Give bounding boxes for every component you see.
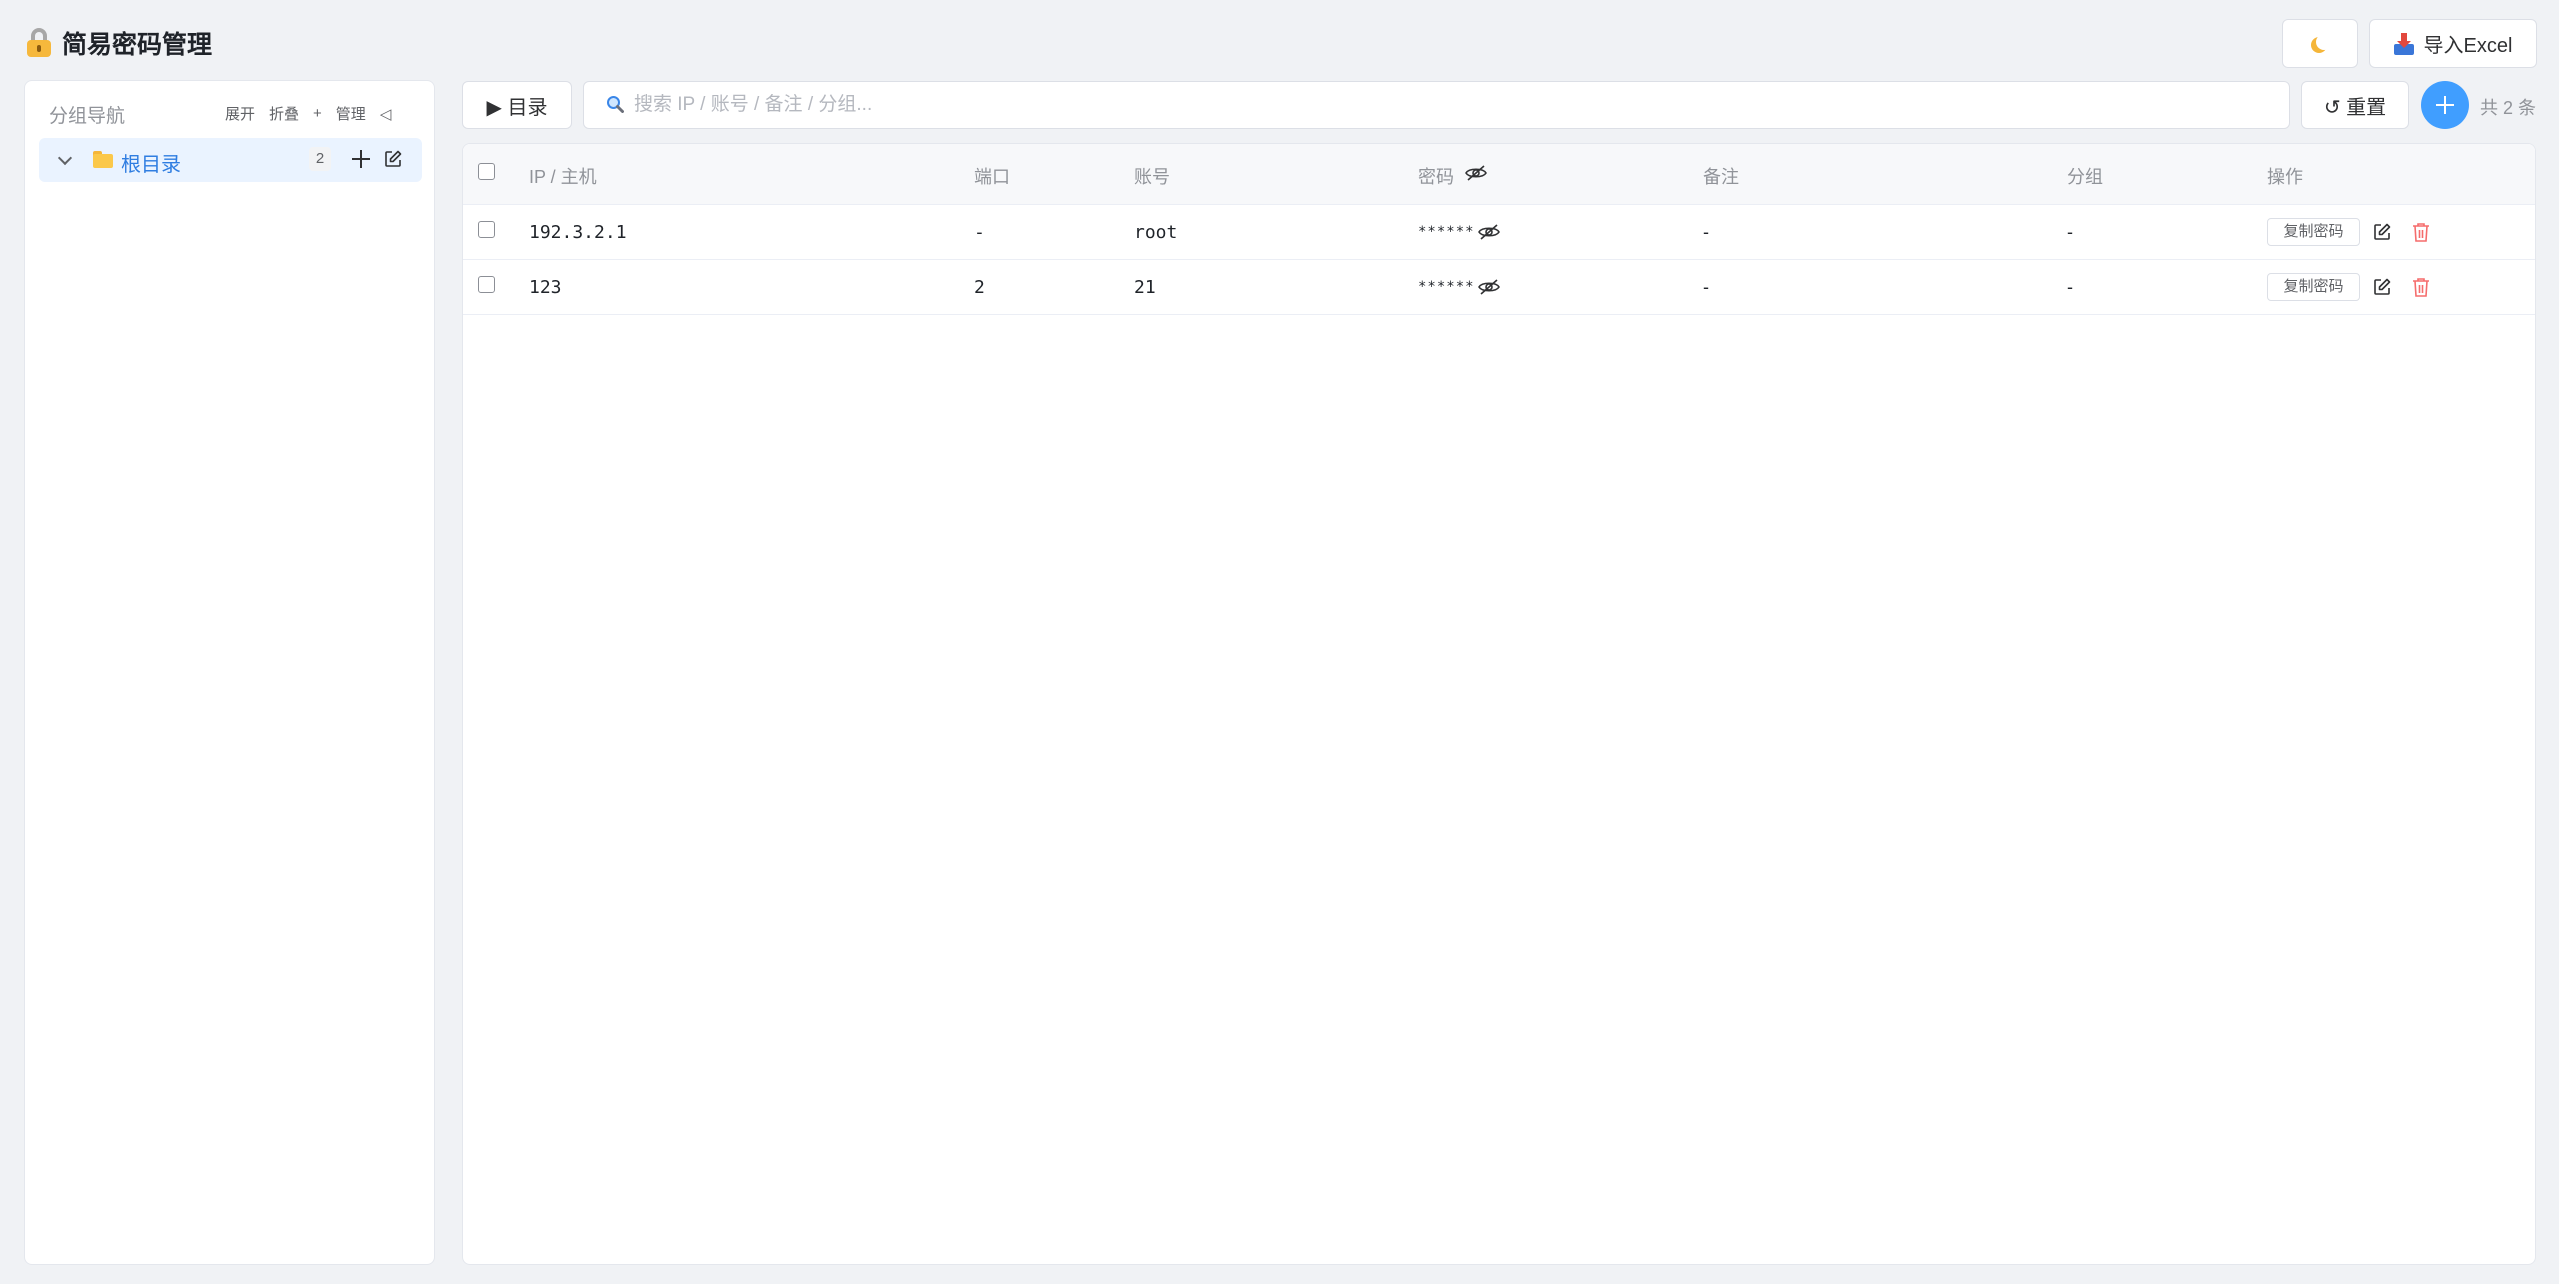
column-header-actions: 操作 — [2267, 167, 2303, 187]
cell-password: ****** — [1418, 279, 1475, 295]
sidebar-actions: 展开 折叠 + 管理 ◁ — [225, 103, 391, 124]
app-header: 简易密码管理 导入Excel — [0, 0, 2559, 82]
copy-password-button[interactable]: 复制密码 — [2267, 218, 2360, 246]
cell-password: ****** — [1418, 224, 1475, 240]
tree-node-count-badge: 2 — [309, 147, 331, 171]
folder-icon — [93, 151, 113, 168]
search-input[interactable] — [634, 88, 2274, 122]
cell-note: - — [1703, 277, 1709, 297]
column-header-port: 端口 — [974, 167, 1010, 187]
manage-groups-button[interactable]: 管理 — [336, 103, 366, 124]
app-title-text: 简易密码管理 — [62, 31, 213, 59]
cell-group: - — [2067, 222, 2073, 242]
cell-host: 192.3.2.1 — [529, 222, 627, 243]
total-count: 共 2 条 — [2480, 98, 2537, 118]
copy-password-button[interactable]: 复制密码 — [2267, 273, 2360, 301]
password-table: IP / 主机 端口 账号 密码 备注 分组 操作 192.3.2.1 - ro… — [462, 143, 2536, 1265]
tree-node-root[interactable]: 根目录 2 — [39, 138, 422, 182]
cell-group: - — [2067, 277, 2073, 297]
column-header-host: IP / 主机 — [529, 167, 597, 187]
add-group-button[interactable]: + — [313, 105, 322, 122]
sidebar-title: 分组导航 — [49, 106, 126, 127]
eye-slash-icon[interactable] — [1477, 224, 1501, 240]
app-title: 简易密码管理 — [26, 26, 212, 60]
cell-port: 2 — [974, 277, 985, 298]
edit-entry-icon[interactable] — [2373, 223, 2391, 241]
cell-note: - — [1703, 222, 1709, 242]
delete-entry-icon[interactable] — [2412, 222, 2430, 242]
cell-host: 123 — [529, 277, 562, 298]
column-header-note: 备注 — [1703, 167, 1739, 187]
cell-account: 21 — [1134, 277, 1156, 298]
column-header-group: 分组 — [2067, 167, 2103, 187]
reset-button[interactable]: ↺ 重置 — [2301, 81, 2409, 129]
search-box[interactable] — [583, 81, 2290, 129]
column-header-account: 账号 — [1134, 167, 1170, 187]
row-checkbox[interactable] — [478, 276, 495, 293]
add-entry-button[interactable] — [2421, 81, 2469, 129]
reset-label: ↺ 重置 — [2323, 96, 2387, 119]
expand-all-button[interactable]: 展开 — [225, 103, 255, 124]
moon-icon — [2316, 34, 2332, 50]
delete-entry-icon[interactable] — [2412, 277, 2430, 297]
chevron-down-icon[interactable] — [57, 150, 73, 166]
row-checkbox[interactable] — [478, 221, 495, 238]
toggle-directory-label: ▶ 目录 — [486, 96, 548, 119]
table-row: 192.3.2.1 - root ****** - - 复制密码 — [463, 205, 2535, 260]
tree-node-label[interactable]: 根目录 — [121, 148, 181, 177]
edit-entry-icon[interactable] — [2373, 278, 2391, 296]
search-icon — [607, 96, 624, 113]
collapse-all-button[interactable]: 折叠 — [269, 103, 299, 124]
eye-slash-icon[interactable] — [1477, 279, 1501, 295]
import-excel-label: 导入Excel — [2423, 35, 2513, 57]
column-header-password: 密码 — [1418, 167, 1454, 187]
toggle-directory-button[interactable]: ▶ 目录 — [462, 81, 572, 129]
cell-account: root — [1134, 222, 1178, 243]
import-excel-button[interactable]: 导入Excel — [2369, 19, 2537, 68]
inbox-tray-icon — [2393, 32, 2414, 55]
table-row: 123 2 21 ****** - - 复制密码 — [463, 260, 2535, 315]
select-all-checkbox[interactable] — [478, 163, 495, 180]
table-header: IP / 主机 端口 账号 密码 备注 分组 操作 — [463, 144, 2535, 205]
cell-port: - — [974, 222, 985, 243]
lock-icon — [26, 28, 52, 58]
add-subgroup-icon[interactable] — [350, 148, 372, 170]
hide-sidebar-button[interactable]: ◁ — [380, 105, 392, 123]
group-sidebar: 分组导航 展开 折叠 + 管理 ◁ 根目录 2 — [24, 80, 435, 1265]
edit-group-icon[interactable] — [384, 150, 402, 168]
theme-toggle-button[interactable] — [2282, 19, 2358, 68]
eye-slash-icon[interactable] — [1464, 165, 1488, 181]
